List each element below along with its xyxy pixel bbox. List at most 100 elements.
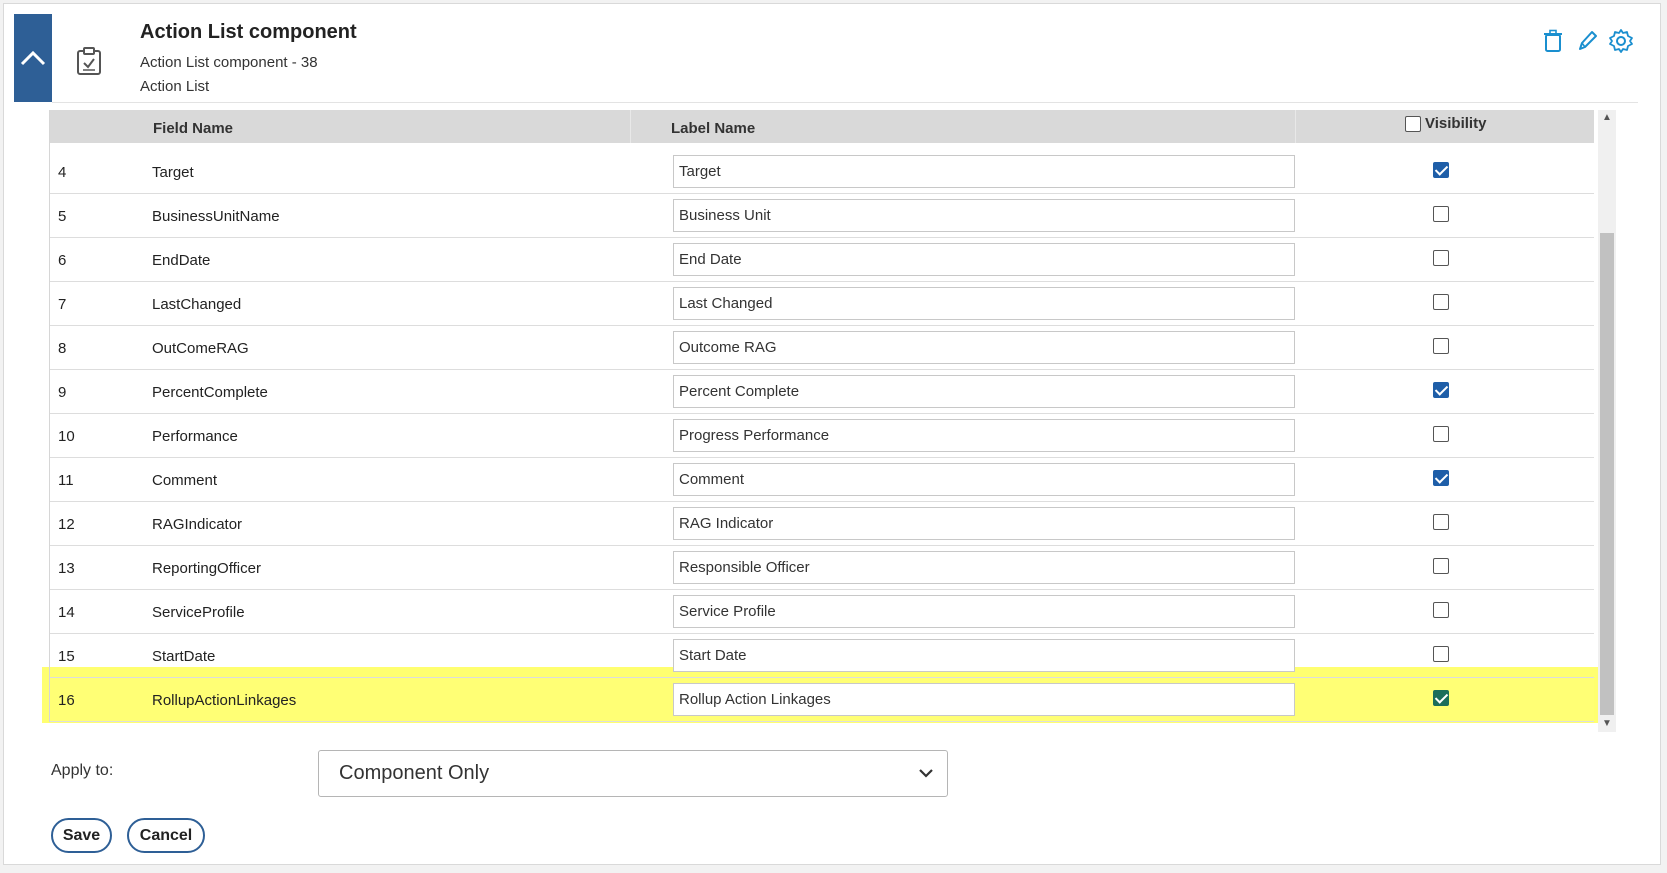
column-separator	[1295, 110, 1296, 143]
row-visibility-checkbox[interactable]	[1433, 426, 1449, 442]
row-visibility-checkbox[interactable]	[1433, 338, 1449, 354]
row-number: 4	[58, 164, 67, 181]
table-row: 14 ServiceProfile	[50, 590, 1594, 634]
apply-to-selected-value: Component Only	[339, 762, 490, 784]
delete-button[interactable]	[1540, 28, 1566, 54]
table-row: 6 EndDate	[50, 238, 1594, 282]
row-field-name: Performance	[152, 428, 238, 445]
header-field-name: Field Name	[153, 120, 234, 137]
scroll-thumb[interactable]	[1600, 233, 1614, 715]
table-row: 12 RAGIndicator	[50, 502, 1594, 546]
table-row: 10 Performance	[50, 414, 1594, 458]
save-button[interactable]: Save	[51, 818, 112, 853]
collapse-button[interactable]	[14, 14, 52, 102]
row-visibility-cell	[1433, 338, 1449, 358]
row-visibility-cell	[1433, 514, 1449, 534]
row-visibility-checkbox[interactable]	[1433, 558, 1449, 574]
row-label-input[interactable]	[673, 243, 1295, 276]
row-label-input[interactable]	[673, 595, 1295, 628]
row-label-input[interactable]	[673, 551, 1295, 584]
table-row: 8 OutComeRAG	[50, 326, 1594, 370]
cancel-button[interactable]: Cancel	[127, 818, 205, 853]
settings-button[interactable]	[1608, 28, 1634, 54]
table-row: 9 PercentComplete	[50, 370, 1594, 414]
row-number: 9	[58, 384, 67, 401]
pencil-icon	[1579, 31, 1597, 50]
row-number: 16	[58, 692, 75, 709]
row-visibility-checkbox[interactable]	[1433, 206, 1449, 222]
header-visibility: Visibility	[1405, 115, 1486, 132]
row-field-name: OutComeRAG	[152, 340, 249, 357]
visibility-select-all-checkbox[interactable]	[1405, 115, 1421, 132]
row-visibility-cell	[1433, 250, 1449, 270]
row-field-name: Comment	[152, 472, 218, 489]
row-field-name: PercentComplete	[152, 384, 268, 401]
row-number: 8	[58, 340, 67, 357]
row-visibility-cell	[1433, 602, 1449, 622]
row-field-name: LastChanged	[152, 296, 242, 313]
clipboard-check-icon	[77, 47, 101, 75]
row-visibility-checkbox[interactable]	[1433, 162, 1449, 178]
row-visibility-cell	[1433, 470, 1449, 490]
row-label-input[interactable]	[673, 683, 1295, 716]
table-row: 11 Comment	[50, 458, 1594, 502]
row-field-name: Target	[152, 164, 194, 181]
header-visibility-label: Visibility	[1425, 115, 1487, 132]
table-row: 13 ReportingOfficer	[50, 546, 1594, 590]
row-label-input[interactable]	[673, 463, 1295, 496]
row-label-input[interactable]	[673, 287, 1295, 320]
row-visibility-cell	[1433, 426, 1449, 446]
row-label-input[interactable]	[673, 199, 1295, 232]
table-row: 16 RollupActionLinkages	[50, 678, 1594, 722]
row-field-name: RAGIndicator	[152, 516, 243, 533]
row-visibility-cell	[1433, 690, 1449, 710]
gear-icon	[1609, 29, 1633, 53]
row-visibility-cell	[1433, 162, 1449, 182]
scroll-up-arrow-icon[interactable]: ▲	[1601, 112, 1613, 124]
field-grid: Field Name Label Name Visibility 4 Target…	[49, 110, 1594, 722]
row-label-input[interactable]	[673, 375, 1295, 408]
table-row: 15 StartDate	[50, 634, 1594, 678]
row-visibility-checkbox[interactable]	[1433, 514, 1449, 530]
row-field-name: RollupActionLinkages	[152, 692, 297, 709]
row-visibility-checkbox[interactable]	[1433, 602, 1449, 618]
component-title: Action List component	[140, 21, 357, 43]
trash-icon	[1544, 29, 1562, 52]
row-visibility-checkbox[interactable]	[1433, 646, 1449, 662]
grid-scrollbar[interactable]: ▲ ▼	[1598, 110, 1616, 732]
apply-to-select[interactable]: Component Only	[318, 750, 948, 797]
header-label-name: Label Name	[671, 120, 756, 137]
row-number: 7	[58, 296, 67, 313]
row-label-input[interactable]	[673, 507, 1295, 540]
row-field-name: StartDate	[152, 648, 216, 665]
row-field-name: EndDate	[152, 252, 211, 269]
row-visibility-checkbox[interactable]	[1433, 250, 1449, 266]
row-number: 15	[58, 648, 75, 665]
row-visibility-cell	[1433, 558, 1449, 578]
row-label-input[interactable]	[673, 639, 1295, 672]
row-number: 14	[58, 604, 75, 621]
row-visibility-checkbox[interactable]	[1433, 690, 1449, 706]
chevron-down-icon	[919, 769, 933, 778]
row-number: 12	[58, 516, 75, 533]
row-visibility-checkbox[interactable]	[1433, 382, 1449, 398]
row-visibility-checkbox[interactable]	[1433, 470, 1449, 486]
component-subtitle: Action List component - 38	[140, 54, 318, 71]
edit-button[interactable]	[1574, 28, 1600, 54]
row-visibility-cell	[1433, 382, 1449, 402]
row-visibility-cell	[1433, 294, 1449, 314]
header-divider	[52, 102, 1638, 103]
row-field-name: ServiceProfile	[152, 604, 245, 621]
row-number: 10	[58, 428, 75, 445]
row-field-name: ReportingOfficer	[152, 560, 261, 577]
row-label-input[interactable]	[673, 155, 1295, 188]
scroll-down-arrow-icon[interactable]: ▼	[1601, 718, 1613, 730]
component-type: Action List	[140, 78, 210, 95]
row-label-input[interactable]	[673, 331, 1295, 364]
row-visibility-checkbox[interactable]	[1433, 294, 1449, 310]
column-separator	[630, 110, 631, 143]
row-number: 5	[58, 208, 67, 225]
row-visibility-cell	[1433, 206, 1449, 226]
row-label-input[interactable]	[673, 419, 1295, 452]
grid-header: Field Name Label Name Visibility	[50, 110, 1594, 143]
